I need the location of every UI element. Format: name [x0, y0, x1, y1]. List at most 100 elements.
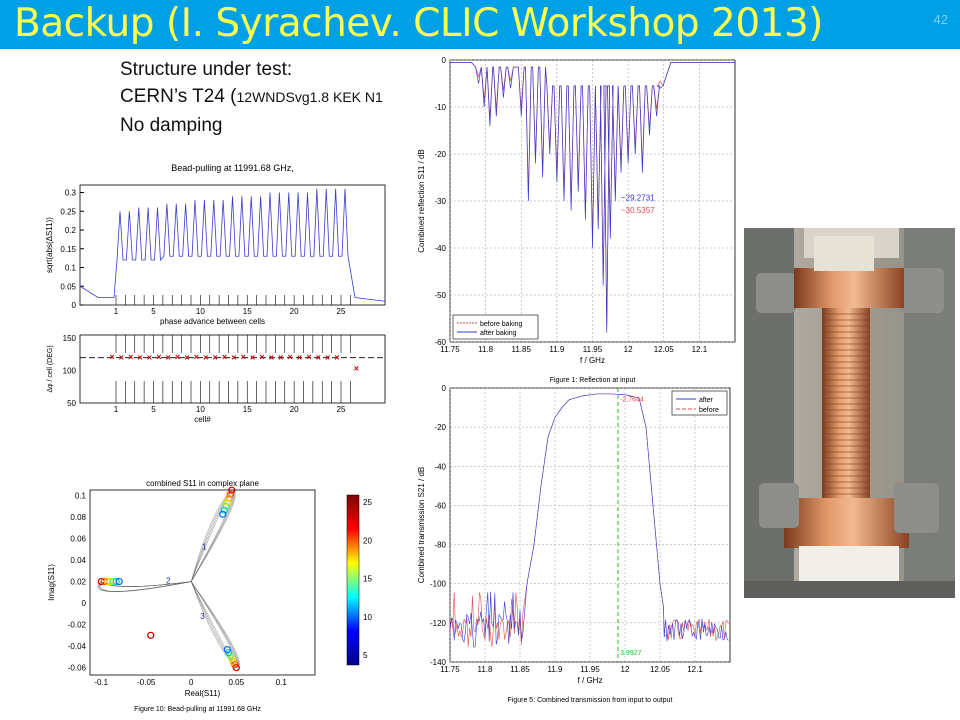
x-tick-label: -0.1: [94, 678, 108, 687]
y-tick-label: -80: [434, 541, 446, 550]
phase-point: ×: [287, 352, 292, 362]
y-tick-label: 0.06: [70, 535, 86, 544]
phase-point: ×: [231, 353, 236, 363]
phase-point: ×: [203, 353, 208, 363]
x-tick-label: 0.05: [228, 678, 244, 687]
title-bar: Backup (I. Syrachev. CLIC Workshop 2013)…: [0, 0, 960, 49]
x-tick-label: 12: [624, 345, 633, 354]
plot-frame: [89, 489, 316, 676]
phase-point: ×: [259, 352, 264, 362]
y-tick-label: 0.1: [75, 492, 87, 501]
phase-point: ×: [334, 353, 339, 363]
x-axis-label: f / GHz: [578, 676, 603, 685]
y-tick-label: 0.02: [70, 578, 86, 587]
y-tick-label: 0.2: [65, 226, 77, 235]
x-tick-label: 10: [196, 405, 205, 414]
x-tick-label: 12.05: [654, 345, 675, 354]
x-tick-label: 12.05: [650, 665, 671, 674]
y-axis-label: Combined transmission S21 / dB: [417, 467, 426, 584]
x-tick-label: 5: [151, 405, 156, 414]
x-axis-label: phase advance between cells: [160, 317, 265, 326]
y-tick-label: -140: [430, 658, 447, 667]
x-tick-label: 12: [621, 665, 630, 674]
phase-point: ×: [269, 353, 274, 363]
y-tick-label: -10: [434, 103, 446, 112]
y-tick-label: 0.15: [60, 245, 76, 254]
y-tick-label: 0.04: [70, 556, 86, 565]
x-tick-label: 15: [243, 405, 252, 414]
phase-advance-chart: 50 100 150 Δφ / cell (DEG) × × × × × × × × × × × × × × × × ×…: [47, 334, 386, 424]
region-label: 1: [202, 542, 207, 551]
x-tick-label: 1: [114, 405, 119, 414]
y-tick-label: -20: [434, 423, 446, 432]
y-tick-label: -60: [434, 338, 446, 347]
transmission-chart: 11.75 11.8 11.85 11.9 11.95 12 12.05 12.10-20-4…: [417, 384, 731, 704]
y-tick-label: 0.3: [65, 189, 77, 198]
x-tick-label: 25: [337, 405, 346, 414]
phase-point: ×: [184, 353, 189, 363]
x-tick-label: 11.85: [512, 345, 532, 354]
x-tick-label: 11.8: [478, 665, 494, 674]
phase-point: ×: [354, 364, 359, 374]
y-tick-label: 0.1: [65, 264, 77, 273]
y-tick-label: -60: [434, 501, 446, 510]
phase-point: ×: [306, 352, 311, 362]
x-tick-label: 12.1: [687, 665, 703, 674]
phase-point: ×: [278, 353, 283, 363]
y-tick-label: -120: [430, 619, 447, 628]
y-tick-label: -0.04: [68, 642, 87, 651]
bullet-damping: No damping: [120, 115, 223, 136]
x-tick-label: 11.8: [478, 345, 494, 354]
chart-title: combined S11 in complex plane: [146, 479, 259, 488]
y-axis-label: Δφ / cell (DEG): [47, 345, 54, 392]
figure-caption: Figure 1: Reflection at input: [550, 377, 636, 384]
y-tick-label: 0: [442, 56, 447, 65]
bead-pulling-chart: Bead-pulling at 11991.68 GHz, 0 0.05 0.1 0.1…: [45, 163, 386, 326]
phase-point: ×: [194, 352, 199, 362]
y-tick-label: -50: [434, 291, 446, 300]
x-tick-label: 11.85: [510, 665, 530, 674]
legend: after before: [671, 390, 728, 416]
y-tick-label: 100: [63, 367, 77, 376]
bullet-structure: Structure under test:: [120, 59, 293, 80]
region-label: 3: [200, 612, 205, 621]
x-tick-label: -0.05: [137, 678, 156, 687]
colorbar: [346, 494, 360, 666]
legend-entry: before: [699, 407, 719, 414]
figure-caption: Figure 10: Bead-pulling at 11991.68 GHz: [134, 706, 261, 713]
chart-title: Bead-pulling at 11991.68 GHz,: [171, 163, 293, 173]
colorbar-tick-label: 25: [363, 498, 372, 507]
y-axis-label: sqrt(abs(ΔS11)): [45, 217, 54, 273]
annotation: -2.7644: [620, 396, 644, 403]
phase-point: ×: [325, 353, 330, 363]
x-tick-label: 12.1: [692, 345, 708, 354]
phase-point: ×: [128, 352, 133, 362]
plot-frame: [79, 334, 386, 404]
x-tick-label: 10: [196, 307, 205, 316]
figure-caption: Figure 5: Combined transmission from inp…: [508, 697, 673, 704]
phase-point: ×: [166, 353, 171, 363]
phase-point: ×: [156, 352, 161, 362]
y-tick-label: -30: [434, 197, 446, 206]
x-tick-label: 5: [151, 307, 156, 316]
bullet-cern-main: CERN’s T24 (: [120, 86, 237, 107]
y-tick-label: 0.08: [70, 513, 86, 522]
y-tick-label: -20: [434, 150, 446, 159]
colorbar-tick-label: 20: [363, 536, 372, 545]
x-tick-label: 0.1: [276, 678, 288, 687]
y-tick-label: -0.06: [68, 664, 87, 673]
reflection-chart: 11.75 11.8 11.85 11.9 11.95 12 12.05 12.10-10-2…: [417, 56, 736, 384]
x-tick-label: 20: [290, 405, 299, 414]
phase-point: ×: [316, 353, 321, 363]
structure-photo: [744, 228, 955, 598]
phase-point: ×: [222, 352, 227, 362]
x-axis-label: Real(S11): [185, 689, 221, 698]
y-tick-label: 0.05: [60, 282, 76, 291]
complex-plane-chart: combined S11 in complex plane 0.1 0.08 0.06…: [47, 479, 372, 713]
x-tick-label: 1: [114, 307, 119, 316]
x-tick-label: 11.9: [548, 665, 564, 674]
colorbar-tick-label: 15: [363, 575, 372, 584]
bullet-cern-detail: 12WNDSvg1.8 KEK N1: [236, 89, 383, 105]
bullet-cern: CERN’s T24 (12WNDSvg1.8 KEK N1: [120, 86, 383, 108]
y-axis-label: Combined reflection S11 / dB: [417, 149, 426, 252]
